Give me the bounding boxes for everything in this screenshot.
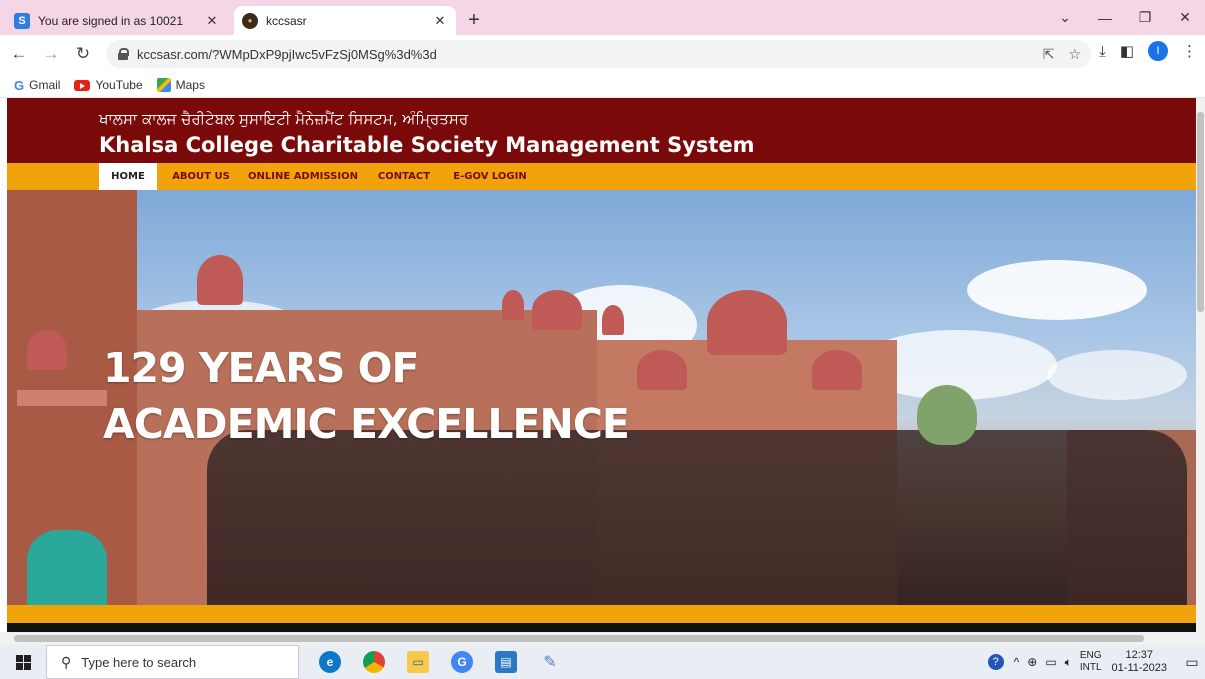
tab-signed-in[interactable]: S You are signed in as 10021 ✕ xyxy=(6,6,228,35)
system-tray: ? ^ ⊕ ▭ 🔈︎ ENG INTL 12:37 01-11-2023 ▭ xyxy=(987,645,1205,679)
bookmark-label: YouTube xyxy=(95,78,143,92)
time-text: 12:37 xyxy=(1125,649,1154,661)
site-title-punjabi: ਖਾਲਸਾ ਕਾਲਜ ਚੈਰੀਟੇਬਲ ਸੁਸਾਇਟੀ ਮੈਨੇਜ਼ਮੈਂਟ ਸ… xyxy=(99,110,469,128)
language-indicator[interactable]: ENG INTL xyxy=(1080,650,1102,674)
windows-icon xyxy=(15,654,31,670)
bookmark-maps[interactable]: Maps xyxy=(156,78,205,92)
taskbar-apps: e ▭ G ▤ ✎ xyxy=(319,651,561,673)
bookmark-youtube[interactable]: YouTube xyxy=(74,78,143,92)
page-viewport: ਖਾਲਸਾ ਕਾਲਜ ਚੈਰੀਟੇਬਲ ਸੁਸਾਇਟੀ ਮੈਨੇਜ਼ਮੈਂਟ ਸ… xyxy=(0,98,1196,632)
nav-online-admission[interactable]: ONLINE ADMISSION xyxy=(247,163,359,190)
reload-button[interactable]: ↻ xyxy=(70,41,96,67)
graduates-photo xyxy=(207,430,1187,605)
bookmark-star-icon[interactable]: ☆ xyxy=(1068,46,1081,63)
lock-icon[interactable] xyxy=(118,48,129,60)
window-controls: ⌄ — ❐ ✕ xyxy=(1045,0,1205,35)
site-favicon-icon: S xyxy=(14,12,30,29)
bookmark-gmail[interactable]: G Gmail xyxy=(14,78,60,93)
start-button[interactable] xyxy=(0,645,46,679)
clock[interactable]: 12:37 01-11-2023 xyxy=(1112,649,1167,675)
search-icon: ⚲ xyxy=(61,653,72,670)
menu-kebab-icon[interactable]: ⋮ xyxy=(1182,42,1197,60)
windows-taskbar: ⚲ Type here to search e ▭ G ▤ ✎ ? ^ ⊕ ▭ … xyxy=(0,645,1205,679)
url-text: kccsasr.com/?WMpDxP9pjIwc5vFzSj0MSg%3d%3… xyxy=(137,46,437,62)
network-icon[interactable]: ⊕ xyxy=(1027,655,1037,669)
hero-heading: 129 YEARS OF ACADEMIC EXCELLENCE xyxy=(103,344,630,448)
nav-about-us[interactable]: ABOUT US xyxy=(167,163,235,190)
section-divider xyxy=(7,623,1196,632)
profile-avatar[interactable]: I xyxy=(1148,41,1168,61)
site-header: ਖਾਲਸਾ ਕਾਲਜ ਚੈਰੀਟੇਬਲ ਸੁਸਾਇਟੀ ਮੈਨੇਜ਼ਮੈਂਟ ਸ… xyxy=(7,98,1196,163)
taskbar-search-input[interactable]: ⚲ Type here to search xyxy=(46,645,299,679)
notepad-icon[interactable]: ▤ xyxy=(495,651,517,673)
browser-toolbar: ← → ↻ kccsasr.com/?WMpDxP9pjIwc5vFzSj0MS… xyxy=(0,35,1205,73)
chevron-up-icon[interactable]: ^ xyxy=(1014,655,1020,669)
forward-button[interactable]: → xyxy=(38,41,64,67)
chrome-icon[interactable] xyxy=(363,651,385,673)
hero-banner: 129 YEARS OF ACADEMIC EXCELLENCE xyxy=(7,190,1196,605)
tab-title: kccsasr xyxy=(266,13,307,28)
file-explorer-icon[interactable]: ▭ xyxy=(407,651,429,673)
nav-egov-login[interactable]: E-GOV LOGIN xyxy=(449,163,531,190)
address-bar[interactable]: kccsasr.com/?WMpDxP9pjIwc5vFzSj0MSg%3d%3… xyxy=(106,40,1091,68)
bookmark-label: Maps xyxy=(175,78,205,92)
close-icon[interactable]: ✕ xyxy=(204,13,220,29)
site-title-english: Khalsa College Charitable Society Manage… xyxy=(99,133,755,157)
vertical-scrollbar[interactable] xyxy=(1196,98,1205,632)
chrome-beta-icon[interactable]: G xyxy=(451,651,473,673)
tab-strip: S You are signed in as 10021 ✕ ● kccsasr… xyxy=(0,0,1205,35)
maps-icon xyxy=(156,78,171,92)
edge-icon[interactable]: e xyxy=(319,651,341,673)
side-panel-icon[interactable]: ◧ xyxy=(1120,42,1134,60)
tab-search-chevron-icon[interactable]: ⌄ xyxy=(1045,0,1085,35)
share-icon[interactable]: ⇱ xyxy=(1043,46,1055,63)
paint-icon[interactable]: ✎ xyxy=(539,651,561,673)
google-icon: G xyxy=(14,77,25,93)
notification-icon[interactable]: ▭ xyxy=(1179,645,1205,679)
tab-kccsasr[interactable]: ● kccsasr ✕ xyxy=(234,6,456,35)
main-nav: HOME ABOUT US ONLINE ADMISSION CONTACT E… xyxy=(7,163,1196,190)
volume-icon[interactable]: 🔈︎ xyxy=(1065,655,1072,670)
search-placeholder: Type here to search xyxy=(81,654,197,670)
close-icon[interactable]: ✕ xyxy=(432,13,448,29)
close-window-button[interactable]: ✕ xyxy=(1165,0,1205,35)
date-text: 01-11-2023 xyxy=(1111,662,1167,674)
download-icon[interactable]: ⤓ xyxy=(1099,43,1106,60)
tab-title: You are signed in as 10021 xyxy=(38,13,184,28)
horizontal-scrollbar[interactable] xyxy=(0,632,1205,645)
new-tab-button[interactable]: + xyxy=(460,6,488,34)
nav-contact[interactable]: CONTACT xyxy=(373,163,435,190)
minimize-button[interactable]: — xyxy=(1085,0,1125,35)
restore-button[interactable]: ❐ xyxy=(1125,0,1165,35)
youtube-icon xyxy=(74,79,91,91)
nav-home[interactable]: HOME xyxy=(99,163,157,190)
site-favicon-icon: ● xyxy=(242,12,258,29)
hero-bottom-bar xyxy=(7,605,1196,623)
display-icon[interactable]: ▭ xyxy=(1045,655,1056,669)
bookmark-label: Gmail xyxy=(29,78,61,92)
help-icon[interactable]: ? xyxy=(987,654,1004,670)
back-button[interactable]: ← xyxy=(6,41,32,67)
bookmarks-bar: G Gmail YouTube Maps xyxy=(0,73,1205,98)
